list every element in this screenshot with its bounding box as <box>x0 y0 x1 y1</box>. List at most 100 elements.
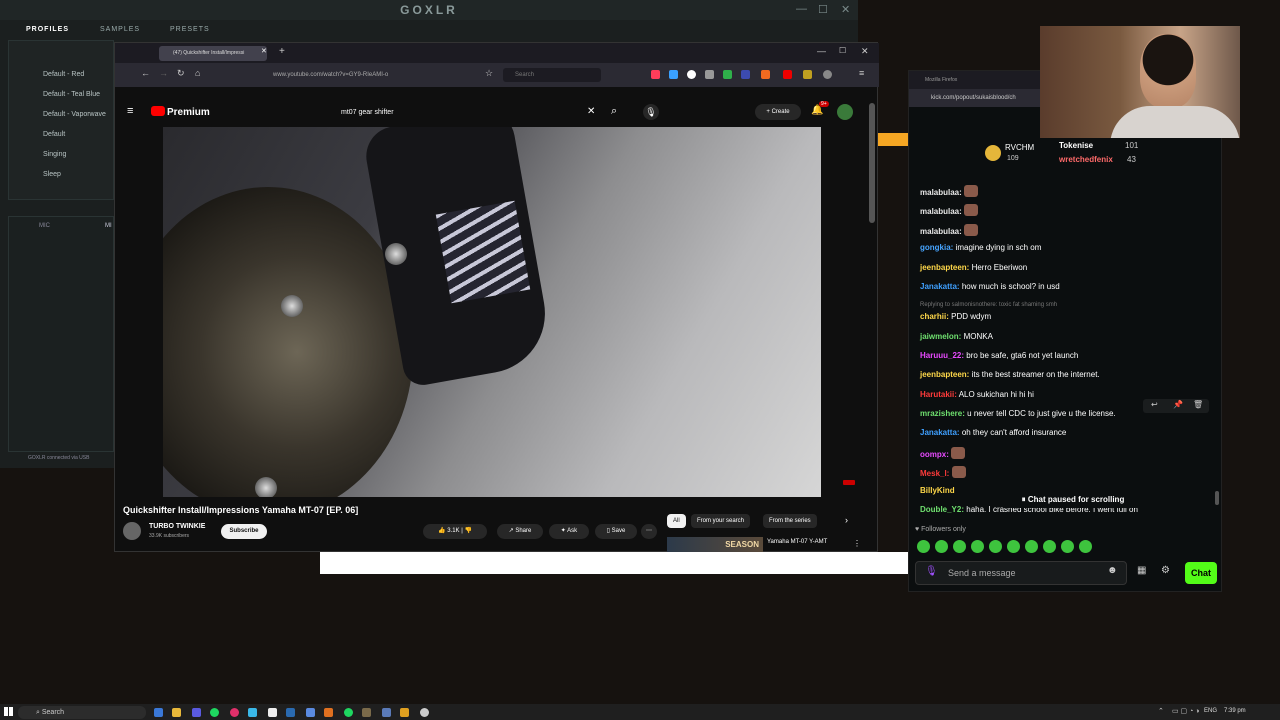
browser-tab[interactable]: (47) Quickshifter Install/Impressi <box>159 46 267 61</box>
channel-name[interactable]: TURBO TWINKIE <box>149 523 205 530</box>
extension-icon[interactable] <box>651 70 660 79</box>
profile-item[interactable]: Default - Vaporwave <box>43 111 106 118</box>
save-button[interactable]: ▯ Save <box>595 524 637 539</box>
close-tab-icon[interactable]: ✕ <box>261 47 267 55</box>
emote-icon[interactable] <box>935 540 948 553</box>
app-icon[interactable] <box>420 708 429 717</box>
chat-username[interactable]: mrazishere: <box>920 409 965 418</box>
emote-icon[interactable] <box>1061 540 1074 553</box>
subscribe-button[interactable]: Subscribe <box>221 524 267 539</box>
chat-message[interactable]: jeenbapteen: its the best streamer on th… <box>920 370 1100 379</box>
app-icon[interactable] <box>400 708 409 717</box>
extension-icon[interactable] <box>687 70 696 79</box>
emote-icon[interactable] <box>917 540 930 553</box>
emoji-icon[interactable]: ☻ <box>1107 565 1118 576</box>
chat-message[interactable]: Replying to salmonisnothere: toxic fat s… <box>920 302 1057 308</box>
mic-icon[interactable]: 🎙 <box>925 566 938 577</box>
chat-message[interactable]: Janakatta: how much is school? in usd <box>920 282 1060 291</box>
extension-icon[interactable] <box>669 70 678 79</box>
maximize-icon[interactable]: ☐ <box>839 46 846 55</box>
chat-username[interactable]: malabulaa: <box>920 207 962 216</box>
extension-icon[interactable] <box>823 70 832 79</box>
url-bar[interactable]: www.youtube.com/watch?v=GY9-RIeAMI-o <box>233 69 473 82</box>
chat-message[interactable]: malabulaa: <box>920 204 979 216</box>
new-tab-icon[interactable]: + <box>279 46 285 57</box>
extension-icon[interactable] <box>723 70 732 79</box>
app-icon[interactable] <box>382 708 391 717</box>
message-input[interactable]: Send a message <box>915 561 1127 585</box>
chat-message[interactable]: Janakatta: oh they can't afford insuranc… <box>920 428 1066 437</box>
chat-username[interactable]: gongkia: <box>920 243 953 252</box>
chat-username[interactable]: Harutakii: <box>920 390 957 399</box>
chat-message[interactable]: oompx: <box>920 447 966 459</box>
chat-paused-banner[interactable]: ⏸ Chat paused for scrolling <box>1003 492 1143 508</box>
chat-message[interactable]: charhii: PDD wdym <box>920 312 991 321</box>
avatar[interactable] <box>837 104 853 120</box>
profile-item[interactable]: Singing <box>43 151 66 158</box>
recommended-title[interactable]: Yamaha MT-07 Y-AMT <box>767 539 827 545</box>
chat-username[interactable]: jeenbapteen: <box>920 263 969 272</box>
clear-search-icon[interactable]: ✕ <box>587 106 595 117</box>
youtube-search-input[interactable]: mt07 gear shifter <box>341 109 394 116</box>
chat-message[interactable]: gongkia: imagine dying in sch om <box>920 243 1041 252</box>
app-icon[interactable] <box>344 708 353 717</box>
close-icon[interactable]: ✕ <box>841 3 850 16</box>
tray-chevron-icon[interactable]: ⌃ <box>1158 707 1164 715</box>
gift-icon[interactable]: ▦ <box>1137 565 1146 576</box>
chip-from-search[interactable]: From your search <box>691 514 751 528</box>
video-player[interactable] <box>163 127 821 497</box>
chat-message[interactable]: Haruuu_22: bro be safe, gta6 not yet lau… <box>920 351 1078 360</box>
chat-username[interactable]: Haruuu_22: <box>920 351 964 360</box>
create-button[interactable]: + Create <box>755 104 801 120</box>
profile-item[interactable]: Default <box>43 131 65 138</box>
search-icon[interactable]: ⌕ <box>611 105 617 118</box>
tab-mic[interactable]: MIC <box>39 223 50 229</box>
emote-icon[interactable] <box>1007 540 1020 553</box>
pin-icon[interactable]: 📌 <box>1173 400 1183 409</box>
chat-message[interactable]: malabulaa: <box>920 224 979 236</box>
app-icon[interactable] <box>230 708 239 717</box>
chat-username[interactable]: malabulaa: <box>920 227 962 236</box>
more-vert-icon[interactable]: ⋮ <box>853 539 861 548</box>
chat-message[interactable]: Harutakii: ALO sukichan hi hi hi <box>920 390 1034 399</box>
chat-message[interactable]: jaiwmelon: MONKA <box>920 332 993 341</box>
emote-bar[interactable] <box>917 540 1117 554</box>
chat-username[interactable]: jaiwmelon: <box>920 332 961 341</box>
tab-samples[interactable]: SAMPLES <box>100 26 140 33</box>
hamburger-icon[interactable]: ≡ <box>127 105 133 117</box>
chat-username[interactable]: Janakatta: <box>920 282 960 291</box>
chat-username[interactable]: malabulaa: <box>920 188 962 197</box>
back-icon[interactable]: ← <box>141 68 150 78</box>
close-icon[interactable]: ✕ <box>861 46 869 57</box>
chat-send-button[interactable]: Chat <box>1185 562 1217 584</box>
search-input[interactable]: Search <box>503 68 601 82</box>
clock[interactable]: 7:39 pm <box>1224 708 1246 714</box>
chat-username[interactable]: jeenbapteen: <box>920 370 969 379</box>
emote-icon[interactable] <box>1043 540 1056 553</box>
language-indicator[interactable]: ENG <box>1204 708 1217 714</box>
maximize-icon[interactable]: ☐ <box>818 3 828 16</box>
delete-icon[interactable]: 🗑 <box>1193 400 1203 409</box>
tab-presets[interactable]: PRESETS <box>170 26 210 33</box>
app-icon[interactable] <box>324 708 333 717</box>
app-icon[interactable] <box>192 708 201 717</box>
menu-icon[interactable]: ≡ <box>859 68 864 78</box>
minimize-icon[interactable]: — <box>817 46 826 56</box>
reply-icon[interactable]: ↩ <box>1151 400 1158 409</box>
bookmark-icon[interactable]: ☆ <box>485 68 493 79</box>
minimize-icon[interactable]: — <box>796 3 807 15</box>
app-icon[interactable] <box>248 708 257 717</box>
profile-item[interactable]: Sleep <box>43 171 61 178</box>
chat-message[interactable]: Mesk_l: <box>920 466 966 478</box>
more-actions-button[interactable]: ⋯ <box>641 524 657 539</box>
app-icon[interactable] <box>362 708 371 717</box>
profile-item[interactable]: Default - Red <box>43 71 84 78</box>
like-button[interactable]: 👍 3.1K | 👎 <box>423 524 487 539</box>
chat-message[interactable]: BillyKind <box>920 486 955 495</box>
home-icon[interactable]: ⌂ <box>195 68 200 78</box>
forward-icon[interactable]: → <box>159 68 168 78</box>
ask-button[interactable]: ✦ Ask <box>549 524 589 539</box>
reload-icon[interactable]: ↻ <box>177 68 185 79</box>
app-icon[interactable] <box>154 708 163 717</box>
scrollbar[interactable] <box>869 103 875 223</box>
